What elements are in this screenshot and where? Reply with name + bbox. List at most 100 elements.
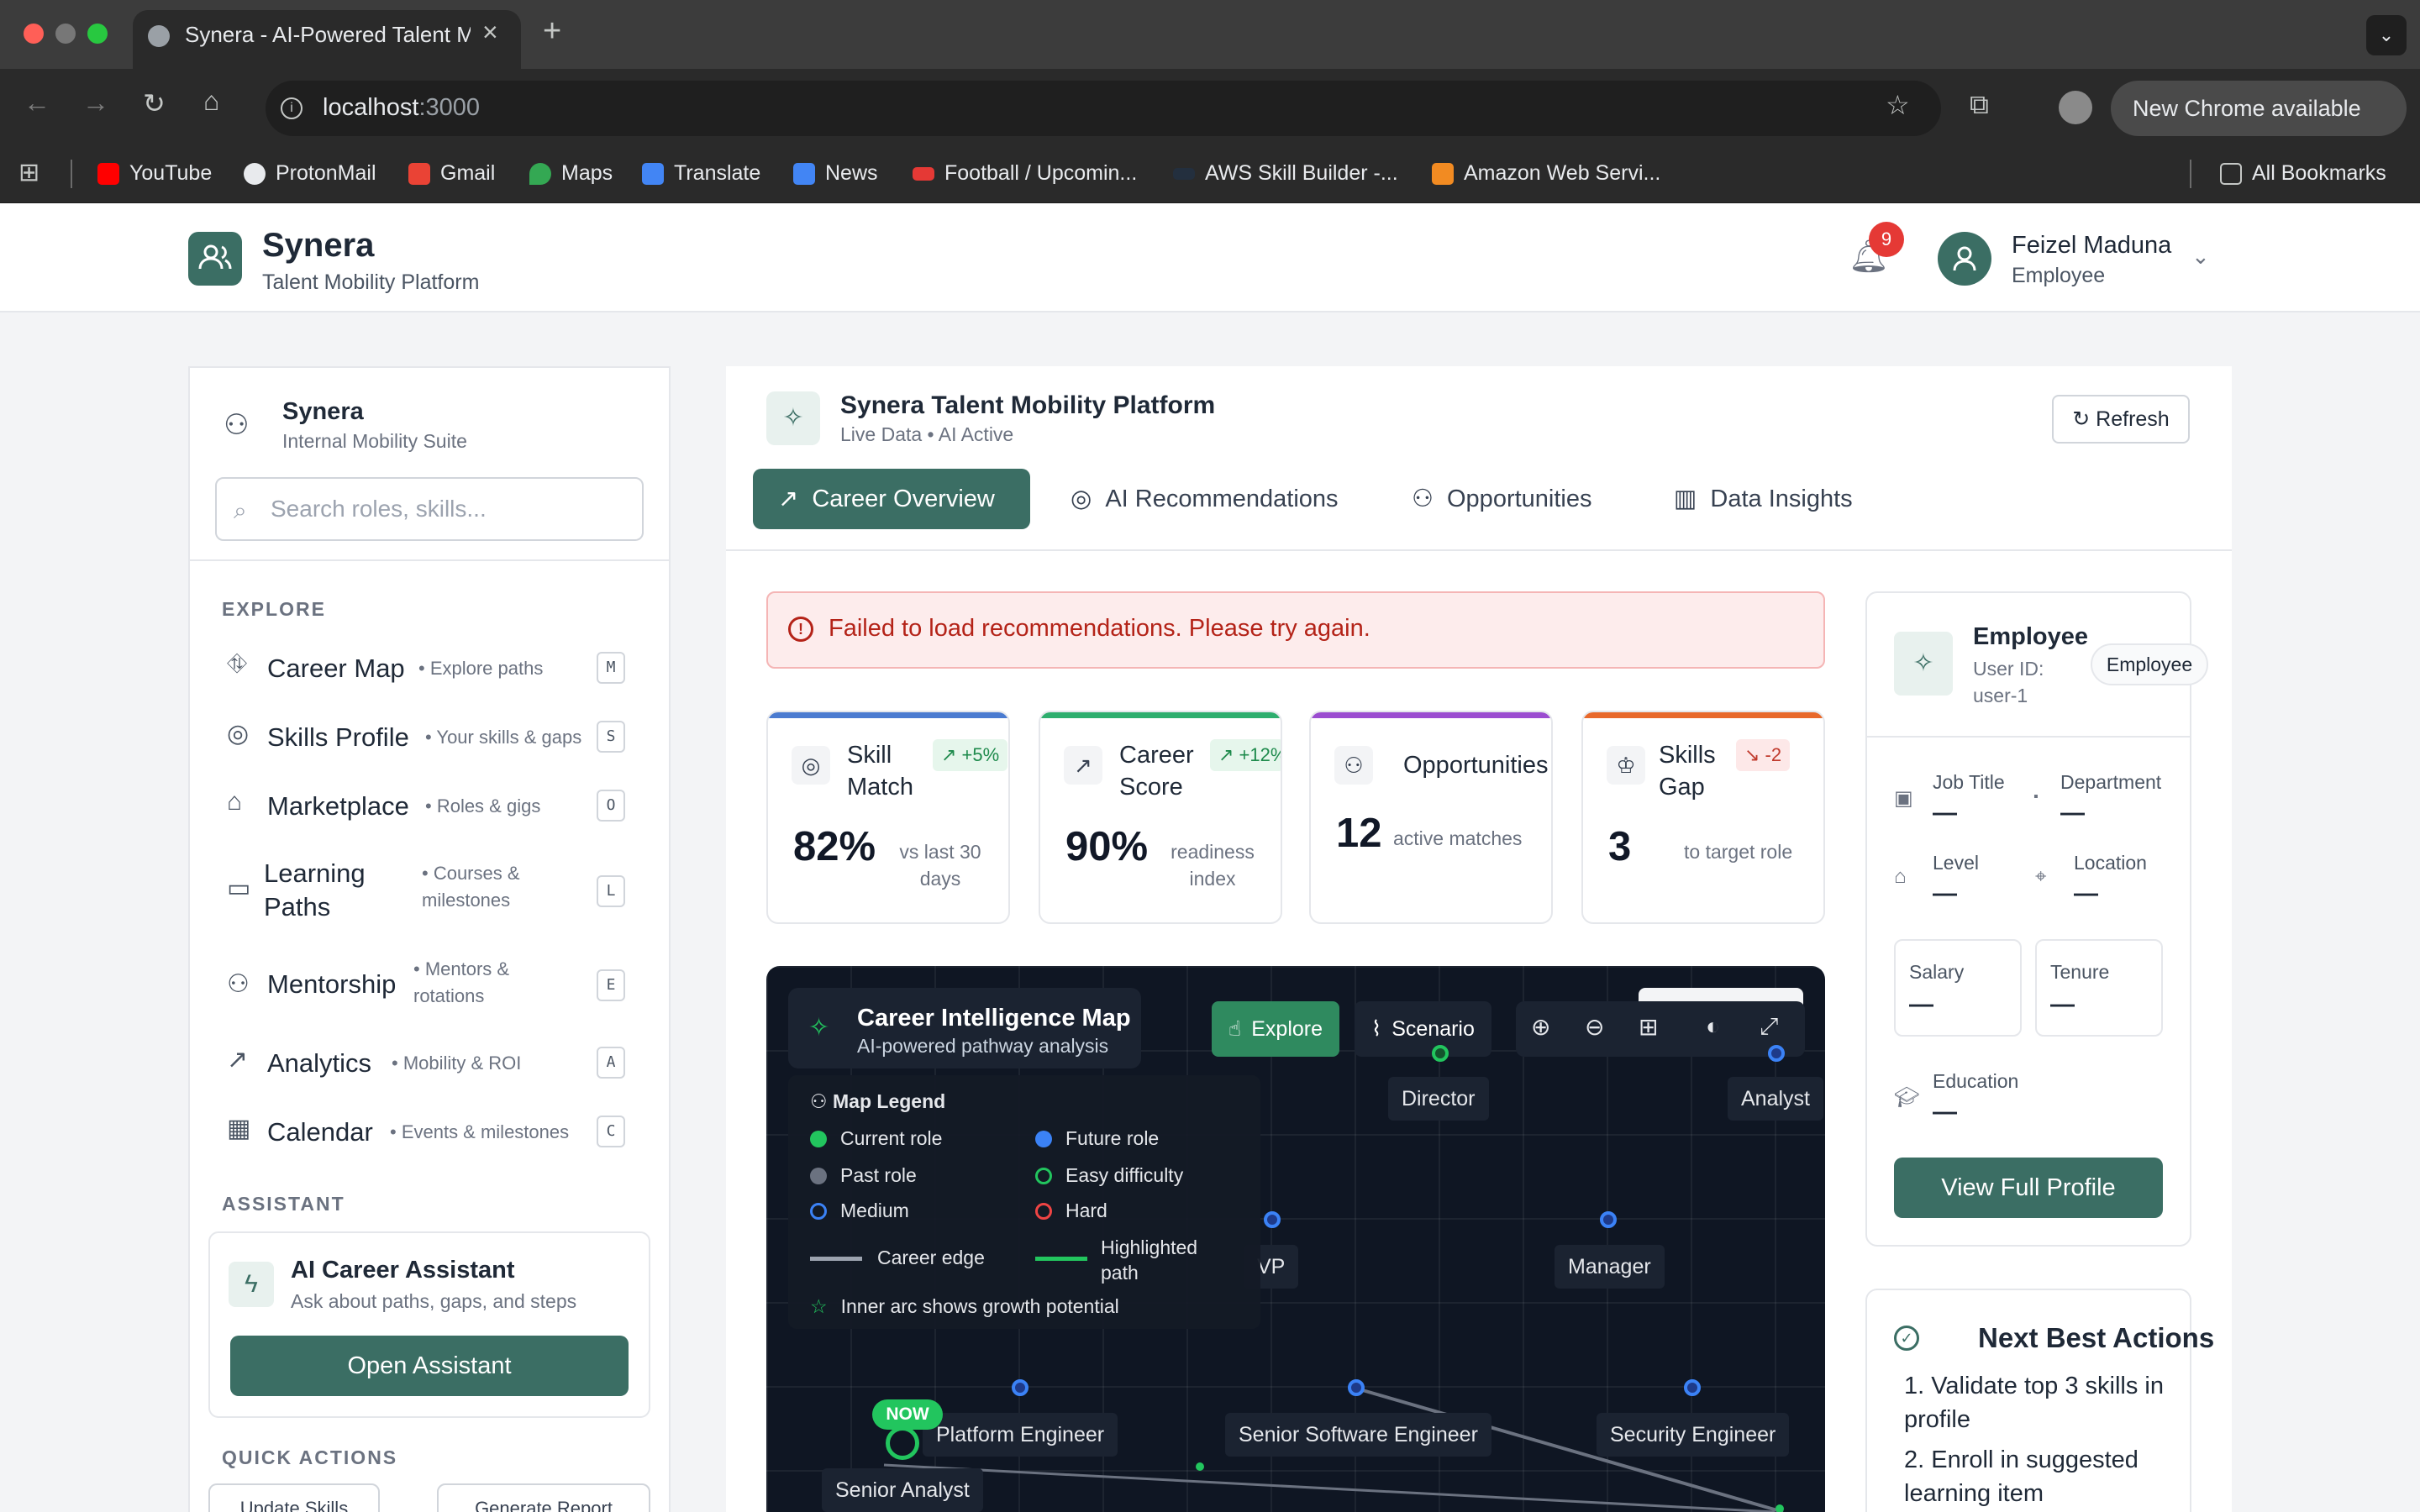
scenario-mode-button[interactable]: ⌇ Scenario (1355, 1001, 1491, 1057)
sidebar-item-marketplace[interactable]: ⌂ Marketplace • Roles & gigs O (215, 774, 645, 838)
user-name[interactable]: Feizel Maduna (2012, 232, 2171, 260)
shortcut-key: C (597, 1116, 625, 1147)
open-assistant-button[interactable]: Open Assistant (230, 1336, 629, 1396)
minimize-window-button[interactable] (55, 24, 76, 44)
kpi-value: 12 (1336, 811, 1382, 856)
extensions-icon[interactable]: ⧉ (1970, 89, 1989, 121)
chevron-down-icon[interactable]: ⌄ (2191, 244, 2210, 270)
kpi-accent-bar (1583, 712, 1823, 718)
target-icon: ◎ (227, 720, 250, 748)
profile-avatar-icon[interactable] (2059, 91, 2092, 124)
bookmark-translate[interactable]: Translate (642, 161, 760, 186)
role-node-security-engineer[interactable] (1684, 1379, 1701, 1396)
site-info-icon[interactable]: i (281, 97, 302, 119)
reload-icon[interactable]: ↻ (143, 87, 166, 119)
all-bookmarks[interactable]: All Bookmarks (2220, 161, 2386, 186)
kpi-card-skills-gap: ♔ Skills Gap ↘ -2 3 to target role (1581, 711, 1825, 924)
apps-grid-icon[interactable]: ⊞ (18, 158, 39, 187)
legend-inner-arc: ☆ Inner arc shows growth potential (810, 1295, 1119, 1317)
sidebar-item-analytics[interactable]: ↗ Analytics • Mobility & ROI A (215, 1032, 645, 1095)
zoom-in-icon[interactable]: ⊕ (1531, 1013, 1550, 1041)
role-node-analyst[interactable] (1768, 1045, 1785, 1062)
action-item: 2. Enroll in suggested learning item (1904, 1446, 2139, 1507)
bookmark-amazon-web-services[interactable]: Amazon Web Servi... (1432, 161, 1660, 186)
zoom-out-icon[interactable]: ⊖ (1585, 1013, 1604, 1041)
sparkles-icon: ✧ (766, 391, 820, 445)
sidebar-item-desc: • Your skills & gaps (425, 727, 582, 748)
back-icon[interactable]: ← (24, 87, 50, 118)
role-node-manager[interactable] (1600, 1211, 1617, 1228)
bookmark-youtube[interactable]: YouTube (97, 161, 212, 186)
sidebar-item-label: Mentorship (267, 969, 397, 999)
aws-icon (1173, 167, 1195, 180)
sidebar-item-desc: • Courses & milestones (422, 863, 520, 911)
new-tab-icon[interactable]: + (543, 13, 561, 50)
role-node-director[interactable] (1432, 1045, 1449, 1062)
explore-mode-button[interactable]: ☝ Explore (1212, 1001, 1339, 1057)
generate-report-button[interactable]: Generate Report (437, 1483, 650, 1512)
briefcase-icon: ▣ (1894, 787, 1913, 810)
sidebar-divider (190, 559, 669, 561)
new-chrome-available-button[interactable]: New Chrome available (2111, 81, 2407, 136)
level-icon: ⌂ (1894, 865, 1907, 888)
sidebar-item-career-map[interactable]: ⛗ Career Map • Explore paths M (215, 637, 645, 701)
sidebar-item-desc: • Mentors & rotations (413, 958, 510, 1006)
role-node-vp[interactable] (1264, 1211, 1281, 1228)
sidebar-item-calendar[interactable]: ▦ Calendar • Events & milestones C (215, 1100, 645, 1164)
shortcut-key: O (597, 790, 625, 822)
tab-search-chevron-icon[interactable]: ⌄ (2366, 15, 2407, 55)
address-bar[interactable] (266, 81, 1941, 136)
map-subtitle: AI-powered pathway analysis (857, 1035, 1109, 1057)
sidebar-item-mentorship[interactable]: ⚇ Mentorship • Mentors & rotations E (215, 953, 645, 1020)
legend-medium: Medium (810, 1200, 909, 1222)
bookmark-protonmail[interactable]: ProtonMail (244, 161, 376, 186)
field-label: Tenure (2050, 961, 2110, 983)
sidebar-item-learning-paths[interactable]: ▭ Learning Paths • Courses & milestones … (215, 852, 645, 929)
tab-close-icon[interactable]: × (482, 17, 498, 48)
sparkles-icon: ✧ (808, 1014, 830, 1042)
role-node-senior-software-engineer[interactable] (1348, 1379, 1365, 1396)
sidebar-item-skills-profile[interactable]: ◎ Skills Profile • Your skills & gaps S (215, 706, 645, 769)
fullscreen-icon[interactable]: ⤢ (1760, 1013, 1778, 1041)
assistant-section-label: ASSISTANT (222, 1193, 345, 1215)
now-badge: NOW (872, 1399, 943, 1430)
next-best-actions-title: Next Best Actions (1978, 1322, 2215, 1353)
kpi-note: vs last 30 days (899, 841, 981, 890)
url-text[interactable]: localhost:3000 (323, 94, 480, 122)
route-icon: ⛗ (227, 650, 247, 678)
refresh-button[interactable]: ↻ Refresh (2052, 395, 2190, 444)
shortcut-key: A (597, 1047, 625, 1079)
bookmark-gmail[interactable]: Gmail (408, 161, 495, 186)
zoom-window-button[interactable] (87, 24, 108, 44)
shortcut-key: M (597, 652, 625, 684)
translate-icon (642, 162, 664, 185)
role-node-platform-engineer[interactable] (1012, 1379, 1028, 1396)
tab-opportunities[interactable]: ⚇ Opportunities (1386, 469, 1618, 529)
field-label: Job Title (1933, 771, 2005, 793)
view-full-profile-button[interactable]: View Full Profile (1894, 1158, 2163, 1218)
bookmark-aws-skill-builder[interactable]: AWS Skill Builder -... (1173, 161, 1398, 186)
gmail-icon (408, 162, 430, 185)
tab-data-insights[interactable]: ▥ Data Insights (1649, 469, 1878, 529)
close-window-button[interactable] (24, 24, 44, 44)
tab-ai-recommendations[interactable]: ◎ AI Recommendations (1045, 469, 1364, 529)
avatar[interactable] (1938, 232, 1991, 286)
bookmark-star-icon[interactable]: ☆ (1886, 89, 1910, 121)
search-icon: ⌕ (234, 497, 247, 523)
home-icon[interactable]: ⌂ (203, 86, 219, 117)
bookmark-football[interactable]: Football / Upcomin... (913, 161, 1137, 186)
tab-career-overview[interactable]: ↗ Career Overview (753, 469, 1030, 529)
update-skills-button[interactable]: Update Skills (208, 1483, 380, 1512)
org-chart-icon: ⚇ (224, 409, 250, 441)
sparkles-icon: ✧ (1894, 632, 1953, 696)
shortcut-key: E (597, 969, 625, 1001)
sidebar-item-label: Analytics (267, 1048, 372, 1078)
bookmark-maps[interactable]: Maps (529, 161, 613, 186)
layout-icon[interactable]: ⊞ (1639, 1013, 1658, 1041)
bookmark-news[interactable]: News (793, 161, 878, 186)
legend-current-role: Current role (810, 1127, 942, 1150)
contrast-icon[interactable]: ◐ (1706, 1013, 1720, 1040)
current-role-node[interactable] (886, 1426, 919, 1460)
node-label: Security Engineer (1597, 1413, 1790, 1457)
forward-icon[interactable]: → (82, 87, 109, 118)
